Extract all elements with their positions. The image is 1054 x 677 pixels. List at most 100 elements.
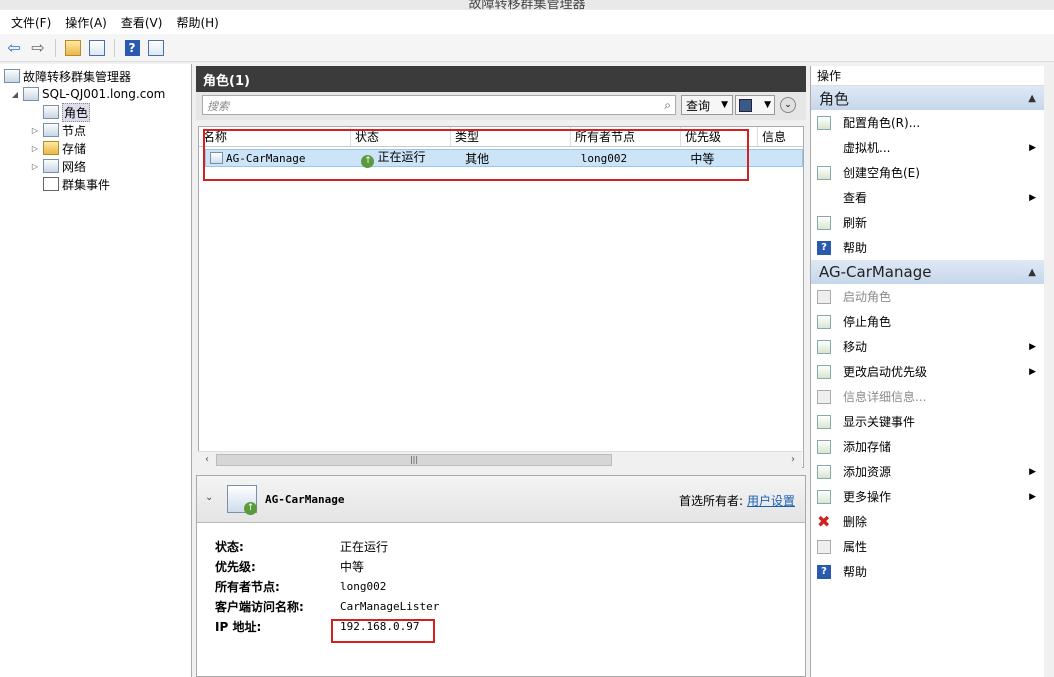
section-title: 角色 bbox=[819, 89, 850, 108]
column-status[interactable]: 状态 bbox=[351, 127, 451, 146]
action-label: 更多操作 bbox=[843, 490, 892, 504]
tree-node-cluster[interactable]: ◢ SQL-QJ001.long.com bbox=[0, 85, 191, 103]
tree-node-roles[interactable]: 角色 bbox=[0, 102, 191, 122]
action-item[interactable]: 虚拟机... ▶ bbox=[811, 135, 1044, 160]
action-item[interactable]: 创建空角色(E) bbox=[811, 160, 1044, 185]
action-label: 更改启动优先级 bbox=[843, 365, 928, 379]
action-label: 虚拟机... bbox=[843, 141, 891, 155]
show-action-pane-button[interactable] bbox=[146, 38, 166, 58]
collapse-details-icon[interactable]: ⌄ bbox=[205, 492, 213, 503]
vertical-scrollbar[interactable] bbox=[1045, 66, 1054, 677]
section-ag-carmanage-header[interactable]: AG-CarManage ▲ bbox=[811, 260, 1044, 284]
forward-button[interactable]: ⇨ bbox=[28, 38, 48, 58]
property-row: 客户端访问名称: CarManageLister bbox=[215, 596, 439, 616]
table-row[interactable]: AG-CarManage ↑ 正在运行 其他 long002 中等 bbox=[205, 149, 803, 168]
property-row: 所有者节点: long002 bbox=[215, 576, 439, 596]
role-icon bbox=[210, 152, 223, 164]
property-value: 中等 bbox=[340, 559, 365, 574]
help-button[interactable]: ? bbox=[122, 38, 142, 58]
horizontal-scrollbar[interactable]: ‹ ||| › bbox=[198, 451, 802, 468]
menu-file[interactable]: 文件(F) bbox=[4, 14, 58, 31]
network-icon bbox=[43, 159, 59, 173]
action-item[interactable]: 移动 ▶ bbox=[811, 334, 1044, 359]
tree-node-label: 节点 bbox=[62, 123, 87, 138]
action-item[interactable]: 添加资源 ▶ bbox=[811, 459, 1044, 484]
cluster-icon bbox=[23, 87, 39, 101]
action-item[interactable]: ✖ 删除 bbox=[811, 509, 1044, 534]
tree-node-nodes[interactable]: ▷ 节点 bbox=[0, 121, 191, 139]
tree-node-label: 群集事件 bbox=[62, 177, 111, 192]
roles-grid: 名称 状态 类型 所有者节点 优先级 信息 AG-CarManage ↑ 正在运行… bbox=[198, 126, 804, 468]
show-tree-button[interactable] bbox=[87, 38, 107, 58]
cluster-manager-icon bbox=[4, 69, 20, 83]
column-priority[interactable]: 优先级 bbox=[681, 127, 758, 146]
property-value: 正在运行 bbox=[340, 539, 389, 554]
up-folder-button[interactable] bbox=[63, 38, 83, 58]
search-icon[interactable]: ⌕ bbox=[664, 98, 671, 113]
action-item[interactable]: 添加存储 bbox=[811, 434, 1044, 459]
column-name[interactable]: 名称 bbox=[199, 127, 351, 146]
expand-icon[interactable]: ▷ bbox=[30, 162, 40, 171]
action-label: 查看 bbox=[843, 191, 868, 205]
action-item[interactable]: 更多操作 ▶ bbox=[811, 484, 1044, 509]
action-item[interactable]: 配置角色(R)... bbox=[811, 110, 1044, 135]
action-item[interactable]: ? 帮助 bbox=[811, 559, 1044, 584]
menu-bar: 文件(F) 操作(A) 查看(V) 帮助(H) bbox=[0, 10, 1054, 34]
tree-node-label: SQL-QJ001.long.com bbox=[42, 87, 166, 101]
query-button[interactable]: 查询 ▼ bbox=[681, 95, 733, 115]
tree-node-networks[interactable]: ▷ 网络 bbox=[0, 157, 191, 175]
toolbar-separator bbox=[114, 38, 115, 57]
column-info[interactable]: 信息 bbox=[758, 127, 801, 146]
tree-node-storage[interactable]: ▷ 存储 bbox=[0, 139, 191, 157]
collapse-section-icon[interactable]: ▲ bbox=[1028, 267, 1036, 278]
action-item[interactable]: 信息详细信息... bbox=[811, 384, 1044, 409]
grid-header: 名称 状态 类型 所有者节点 优先级 信息 bbox=[199, 127, 803, 147]
action-label: 删除 bbox=[843, 515, 868, 529]
column-owner-node[interactable]: 所有者节点 bbox=[571, 127, 681, 146]
add-storage-icon bbox=[817, 439, 831, 454]
collapse-search-button[interactable]: ⌄ bbox=[780, 97, 796, 113]
stop-role-icon bbox=[817, 314, 831, 329]
collapse-icon[interactable]: ◢ bbox=[10, 90, 20, 99]
submenu-arrow-icon: ▶ bbox=[1029, 142, 1036, 153]
action-item[interactable]: 显示关键事件 bbox=[811, 409, 1044, 434]
action-item[interactable]: 停止角色 bbox=[811, 309, 1044, 334]
scroll-left-icon[interactable]: ‹ bbox=[200, 453, 214, 467]
save-icon bbox=[739, 98, 752, 112]
save-query-button[interactable]: ▼ bbox=[735, 95, 775, 115]
menu-action[interactable]: 操作(A) bbox=[58, 14, 114, 31]
up-folder-icon bbox=[65, 39, 81, 56]
delete-icon: ✖ bbox=[817, 511, 831, 531]
move-icon bbox=[817, 339, 831, 354]
action-item[interactable]: 属性 bbox=[811, 534, 1044, 559]
action-item[interactable]: ? 帮助 bbox=[811, 235, 1044, 260]
section-roles-header[interactable]: 角色 ▲ bbox=[811, 86, 1044, 110]
menu-view[interactable]: 查看(V) bbox=[114, 14, 170, 31]
preferred-owner: 首选所有者: 用户设置 bbox=[679, 492, 795, 509]
detail-pane: ⌄ ↑ AG-CarManage 首选所有者: 用户设置 状态: 正在运行 优先级… bbox=[196, 475, 806, 677]
submenu-arrow-icon: ▶ bbox=[1029, 341, 1036, 352]
scroll-right-icon[interactable]: › bbox=[786, 453, 800, 467]
action-item[interactable]: 刷新 bbox=[811, 210, 1044, 235]
info-icon bbox=[817, 389, 831, 404]
spacer-icon bbox=[817, 191, 831, 205]
action-item[interactable]: 查看 ▶ bbox=[811, 185, 1044, 210]
collapse-section-icon[interactable]: ▲ bbox=[1028, 93, 1036, 104]
menu-help[interactable]: 帮助(H) bbox=[169, 14, 225, 31]
search-input[interactable]: 搜索 ⌕ bbox=[202, 95, 676, 115]
tree-node-root[interactable]: 故障转移群集管理器 bbox=[0, 67, 191, 85]
refresh-icon bbox=[817, 215, 831, 230]
preferred-owner-link[interactable]: 用户设置 bbox=[747, 494, 795, 508]
column-type[interactable]: 类型 bbox=[451, 127, 571, 146]
action-label: 信息详细信息... bbox=[843, 390, 927, 404]
property-value: long002 bbox=[340, 579, 387, 593]
back-button[interactable]: ⇦ bbox=[4, 38, 24, 58]
expand-icon[interactable]: ▷ bbox=[30, 126, 40, 135]
event-log-icon bbox=[43, 177, 59, 191]
expand-icon[interactable]: ▷ bbox=[30, 144, 40, 153]
tree-node-cluster-events[interactable]: 群集事件 bbox=[0, 175, 191, 193]
title-bar: 故障转移群集管理器 bbox=[0, 0, 1054, 10]
scroll-thumb[interactable]: ||| bbox=[216, 454, 612, 466]
action-item[interactable]: 更改启动优先级 ▶ bbox=[811, 359, 1044, 384]
action-item[interactable]: 启动角色 bbox=[811, 284, 1044, 309]
